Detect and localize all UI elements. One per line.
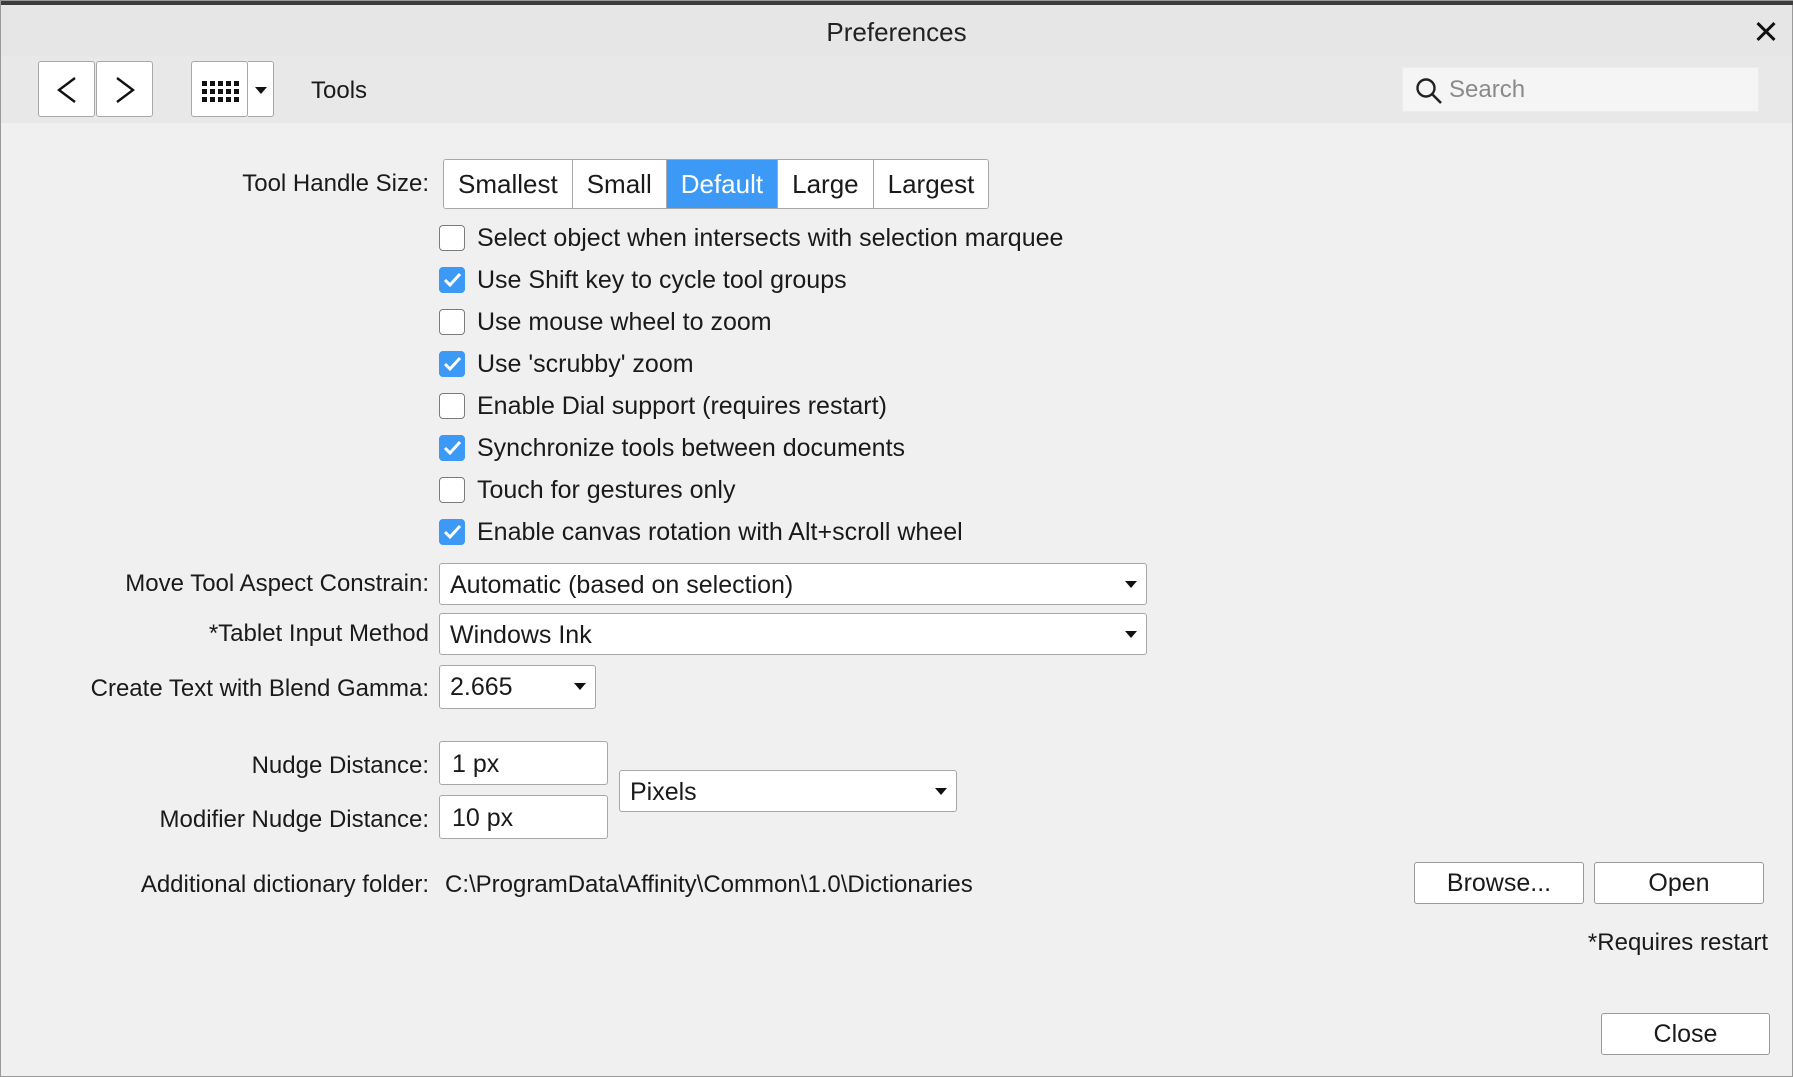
section-title: Tools	[311, 77, 368, 104]
checkbox-label: Enable canvas rotation with Alt+scroll w…	[477, 517, 963, 546]
checkbox-row[interactable]: Select object when intersects with selec…	[439, 221, 1063, 255]
browse-button[interactable]: Browse...	[1414, 862, 1584, 904]
search-box[interactable]	[1402, 67, 1759, 112]
close-button[interactable]: Close	[1601, 1013, 1770, 1055]
chevron-down-icon	[935, 788, 947, 795]
move-tool-constrain-label: Move Tool Aspect Constrain:	[125, 570, 429, 597]
checkbox[interactable]	[439, 267, 465, 293]
categories-dropdown-button[interactable]	[248, 61, 274, 117]
categories-grid-button[interactable]	[191, 61, 248, 117]
open-button[interactable]: Open	[1594, 862, 1764, 904]
grid-icon	[202, 81, 239, 102]
checkbox[interactable]	[439, 519, 465, 545]
checkbox-label: Touch for gestures only	[477, 475, 736, 504]
handle-size-option-selected[interactable]: Default	[666, 160, 779, 208]
chevron-down-icon	[574, 683, 586, 690]
checkmark-icon	[443, 356, 462, 372]
checkmark-icon	[443, 272, 462, 288]
field-value: 1 px	[452, 750, 500, 778]
checkbox-row[interactable]: Synchronize tools between documents	[439, 431, 905, 465]
checkbox[interactable]	[439, 309, 465, 335]
checkbox-label: Enable Dial support (requires restart)	[477, 391, 887, 420]
modifier-nudge-distance-field[interactable]: 10 px	[439, 795, 608, 839]
checkbox[interactable]	[439, 393, 465, 419]
select-value: 2.665	[450, 673, 513, 701]
select-value: Automatic (based on selection)	[450, 571, 794, 599]
tablet-input-select[interactable]: Windows Ink	[439, 613, 1147, 655]
close-icon[interactable]	[1746, 11, 1786, 51]
handle-size-option[interactable]: Large	[778, 160, 874, 208]
checkbox-label: Use mouse wheel to zoom	[477, 307, 772, 336]
checkmark-icon	[443, 440, 462, 456]
blend-gamma-select[interactable]: 2.665	[439, 665, 596, 709]
modifier-nudge-distance-label: Modifier Nudge Distance:	[159, 806, 429, 833]
chevron-left-icon	[57, 77, 76, 103]
nudge-unit-select[interactable]: Pixels	[619, 770, 957, 812]
checkbox-row[interactable]: Use mouse wheel to zoom	[439, 305, 772, 339]
back-button[interactable]	[38, 61, 95, 117]
chevron-down-icon	[1125, 631, 1137, 638]
dictionary-folder-path: C:\ProgramData\Affinity\Common\1.0\Dicti…	[445, 871, 973, 898]
requires-restart-note: *Requires restart	[1587, 929, 1768, 956]
tablet-input-label: *Tablet Input Method	[208, 620, 429, 647]
title-bar: Preferences	[1, 5, 1792, 56]
preferences-window: Preferences Tools Tool Ha	[0, 0, 1793, 1077]
checkbox-row[interactable]: Enable Dial support (requires restart)	[439, 389, 887, 423]
field-value: 10 px	[452, 804, 514, 832]
window-title: Preferences	[826, 17, 967, 47]
checkbox[interactable]	[439, 225, 465, 251]
search-icon	[1416, 78, 1442, 104]
checkbox-label: Use 'scrubby' zoom	[477, 349, 694, 378]
toolbar: Tools	[1, 56, 1792, 123]
blend-gamma-label: Create Text with Blend Gamma:	[90, 675, 429, 702]
select-value: Pixels	[630, 778, 697, 806]
nudge-distance-field[interactable]: 1 px	[439, 741, 608, 785]
handle-size-option[interactable]: Smallest	[444, 160, 573, 208]
checkbox-label: Use Shift key to cycle tool groups	[477, 265, 847, 294]
tool-handle-size-segmented: Smallest Small Default Large Largest	[443, 159, 990, 209]
select-value: Windows Ink	[450, 621, 592, 649]
checkbox-label: Select object when intersects with selec…	[477, 223, 1064, 252]
checkbox-row[interactable]: Touch for gestures only	[439, 473, 735, 507]
checkbox-row[interactable]: Use Shift key to cycle tool groups	[439, 263, 847, 297]
checkbox[interactable]	[439, 435, 465, 461]
chevron-right-icon	[116, 77, 135, 103]
checkbox[interactable]	[439, 351, 465, 377]
checkbox-row[interactable]: Enable canvas rotation with Alt+scroll w…	[439, 515, 963, 549]
checkbox-label: Synchronize tools between documents	[477, 433, 906, 462]
nudge-distance-label: Nudge Distance:	[251, 752, 429, 779]
checkbox-row[interactable]: Use 'scrubby' zoom	[439, 347, 694, 381]
forward-button[interactable]	[96, 61, 153, 117]
handle-size-option[interactable]: Small	[572, 160, 667, 208]
checkmark-icon	[443, 524, 462, 540]
chevron-down-icon	[1125, 581, 1137, 588]
tool-handle-size-label: Tool Handle Size:	[242, 170, 429, 197]
dictionary-folder-label: Additional dictionary folder:	[140, 871, 429, 898]
handle-size-option[interactable]: Largest	[873, 160, 989, 208]
search-input[interactable]	[1449, 74, 1749, 106]
move-tool-constrain-select[interactable]: Automatic (based on selection)	[439, 563, 1147, 605]
checkbox[interactable]	[439, 477, 465, 503]
chevron-down-icon	[255, 87, 267, 94]
